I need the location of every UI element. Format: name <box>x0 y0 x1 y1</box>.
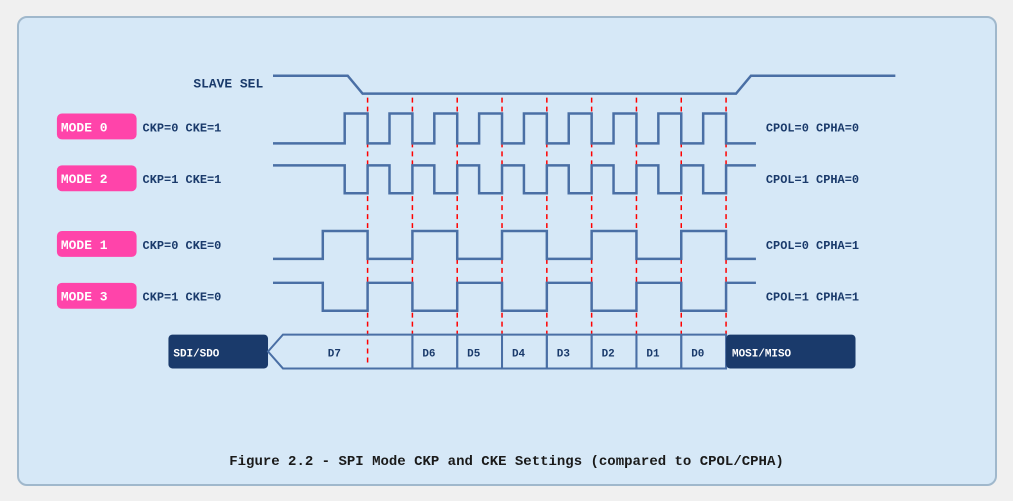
figure-caption: Figure 2.2 - SPI Mode CKP and CKE Settin… <box>39 444 975 470</box>
mode1-badge: MODE 1 <box>60 237 107 252</box>
mode2-badge: MODE 2 <box>60 172 107 187</box>
main-container: SLAVE SEL MODE 0 CKP=0 CKE=1 CPOL=0 CPHA… <box>17 16 997 486</box>
mode0-params: CKP=0 CKE=1 <box>142 121 221 135</box>
mode3-badge: MODE 3 <box>60 289 107 304</box>
d4-label: D4 <box>511 348 525 360</box>
mode0-badge: MODE 0 <box>60 120 107 135</box>
slave-sel-label: SLAVE SEL <box>193 76 263 91</box>
d6-label: D6 <box>422 348 435 360</box>
diagram-area: SLAVE SEL MODE 0 CKP=0 CKE=1 CPOL=0 CPHA… <box>39 36 975 444</box>
mode0-right: CPOL=0 CPHA=0 <box>765 121 858 135</box>
d5-label: D5 <box>467 348 480 360</box>
mosi-miso-label: MOSI/MISO <box>732 348 792 360</box>
d2-label: D2 <box>601 348 614 360</box>
d1-label: D1 <box>646 348 660 360</box>
d0-label: D0 <box>691 348 704 360</box>
mode2-params: CKP=1 CKE=1 <box>142 173 221 187</box>
sdi-sdo-label: SDI/SDO <box>173 348 219 360</box>
d3-label: D3 <box>556 348 570 360</box>
mode1-params: CKP=0 CKE=0 <box>142 238 221 252</box>
mode3-params: CKP=1 CKE=0 <box>142 290 221 304</box>
mode1-right: CPOL=0 CPHA=1 <box>765 238 858 252</box>
mode2-right: CPOL=1 CPHA=0 <box>765 173 858 187</box>
timing-diagram: SLAVE SEL MODE 0 CKP=0 CKE=1 CPOL=0 CPHA… <box>39 36 975 444</box>
d7-label: D7 <box>327 348 340 360</box>
mode3-right: CPOL=1 CPHA=1 <box>765 290 858 304</box>
